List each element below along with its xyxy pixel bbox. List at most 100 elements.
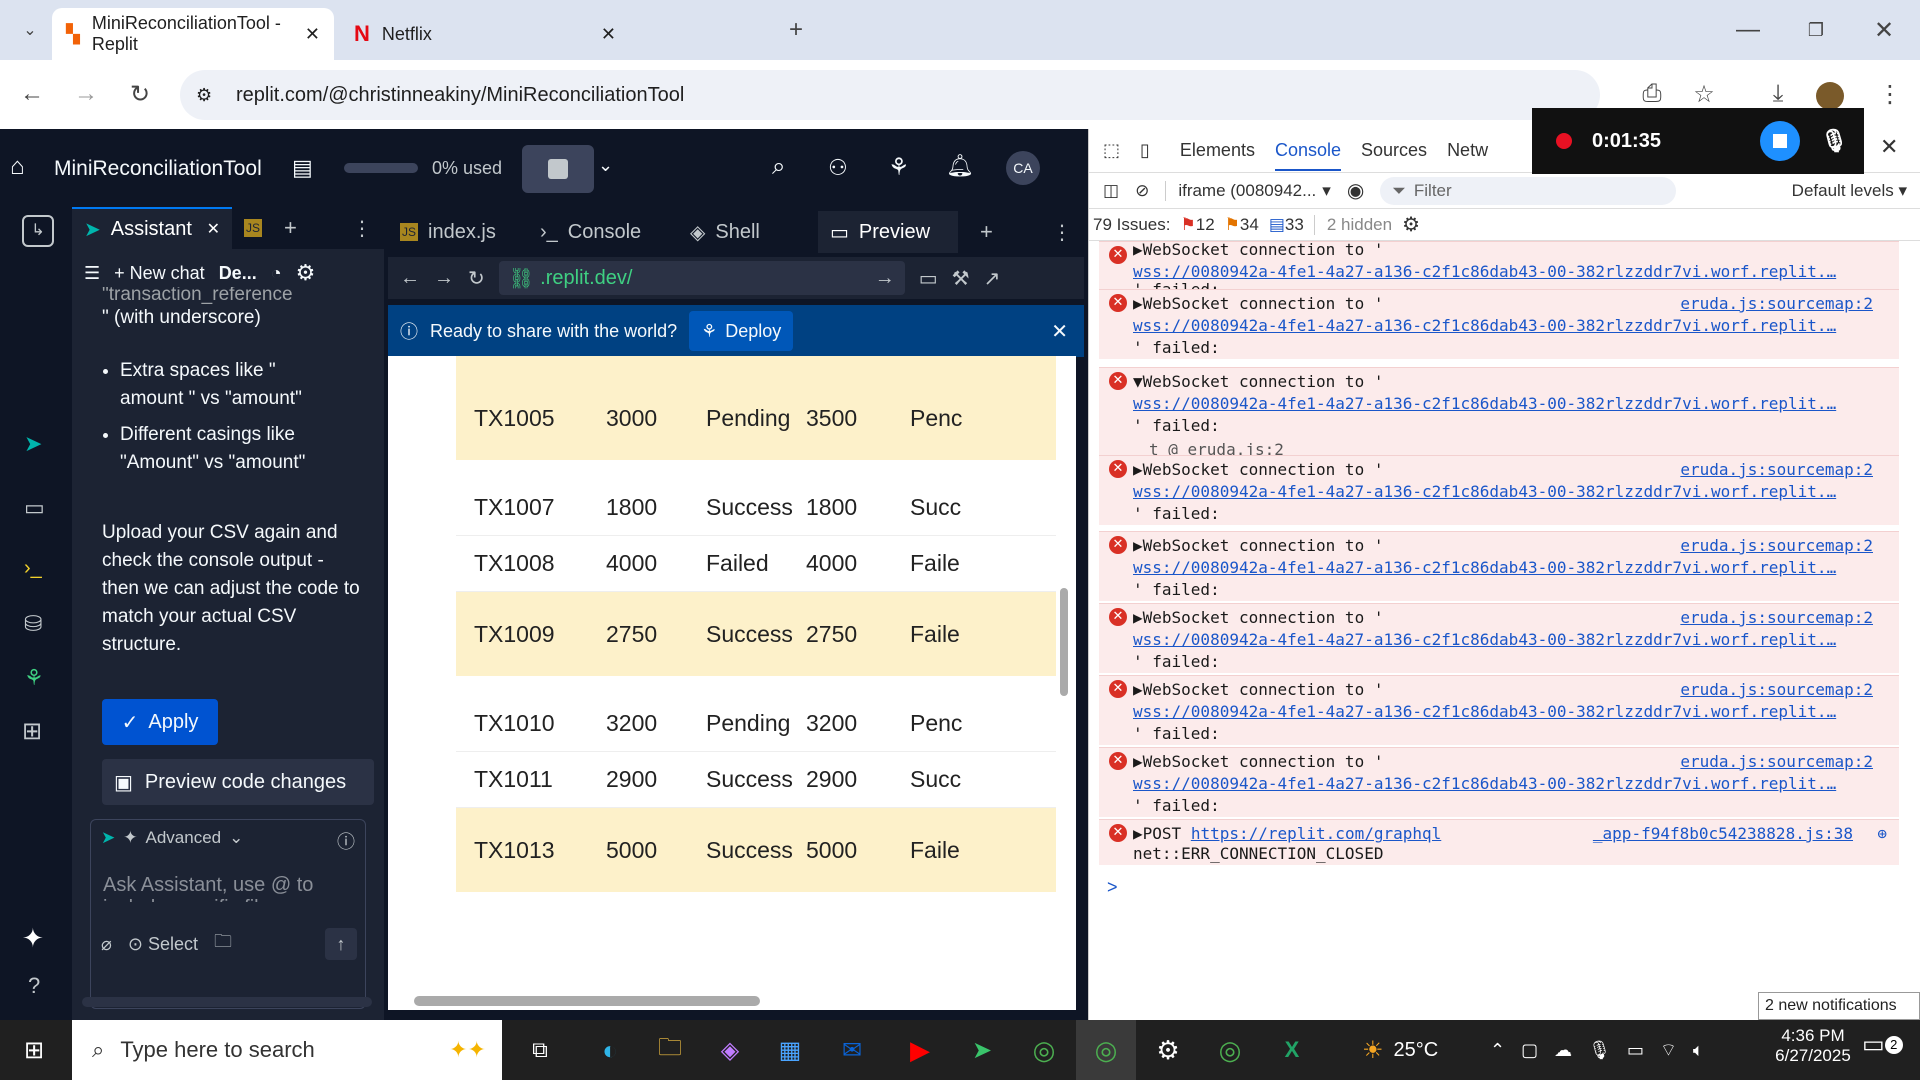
message-source-link[interactable]: eruda.js:sourcemap:2: [1680, 752, 1873, 771]
minimize-icon[interactable]: —: [1728, 10, 1768, 50]
tab-shell[interactable]: ◈ Shell: [678, 211, 808, 253]
issues-info[interactable]: ▤33: [1269, 215, 1304, 235]
tab-preview[interactable]: ▭ Preview: [818, 211, 958, 253]
url-field[interactable]: ⚙ replit.com/@christinneakiny/MiniReconc…: [180, 70, 1600, 120]
message-text[interactable]: ▶WebSocket connection to ': [1133, 752, 1383, 771]
task-view-icon[interactable]: ⧉: [510, 1020, 570, 1080]
go-icon[interactable]: →: [875, 267, 895, 290]
settings-icon[interactable]: ⚙: [1138, 1020, 1198, 1080]
tab-console[interactable]: Console: [1274, 140, 1342, 171]
battery-icon[interactable]: ▭: [1627, 1040, 1644, 1061]
settings-gear-icon[interactable]: ⚙: [296, 260, 316, 286]
chrome-profile-icon[interactable]: ◎: [1200, 1020, 1260, 1080]
restore-icon[interactable]: ❐: [1796, 10, 1836, 50]
message-text[interactable]: ▶WebSocket connection to ': [1133, 241, 1383, 259]
search-icon[interactable]: ⌕: [772, 153, 785, 181]
expand-arrow-icon[interactable]: ▶: [1133, 536, 1143, 555]
weather-widget[interactable]: ☀ 25°C: [1362, 1020, 1438, 1080]
tab-menu-icon[interactable]: ⋮: [1052, 220, 1072, 245]
issues-errors[interactable]: ⚑12: [1181, 215, 1215, 235]
device-toolbar-icon[interactable]: ▯: [1140, 140, 1150, 161]
invite-icon[interactable]: ⚇: [828, 155, 848, 181]
close-tab-icon[interactable]: ✕: [305, 24, 320, 45]
send-button[interactable]: ↑: [325, 928, 357, 960]
chrome-active-icon[interactable]: ◎: [1076, 1020, 1136, 1080]
volume-icon[interactable]: 🔈︎: [1693, 1040, 1704, 1061]
close-tab-icon[interactable]: ✕: [601, 24, 616, 45]
speed-icon[interactable]: ◔: [271, 263, 282, 284]
new-chat-button[interactable]: + New chat: [114, 263, 205, 284]
horizontal-scrollbar[interactable]: [414, 996, 760, 1006]
console-error-message[interactable]: ✕ ▶WebSocket connection to ' eruda.js:sour…: [1099, 455, 1899, 525]
expand-arrow-icon[interactable]: ▼: [1133, 372, 1143, 391]
excel-icon[interactable]: X: [1262, 1020, 1322, 1080]
ai-sparkle-icon[interactable]: ✦: [22, 923, 44, 954]
preview-back-icon[interactable]: ←: [400, 267, 420, 290]
message-url-link[interactable]: wss://0080942a-4fe1-4a27-a136-c2f1c86dab…: [1133, 482, 1836, 501]
expand-arrow-icon[interactable]: ▶: [1133, 460, 1143, 479]
message-text[interactable]: ▼WebSocket connection to ': [1133, 372, 1383, 391]
maps-icon[interactable]: ➤: [952, 1020, 1012, 1080]
message-text[interactable]: ▶WebSocket connection to ': [1133, 294, 1383, 313]
live-expression-eye-icon[interactable]: ◉: [1347, 178, 1364, 203]
post-url-link[interactable]: https://replit.com/graphql: [1191, 824, 1441, 843]
shell-sidebar-icon[interactable]: ›_: [24, 557, 42, 580]
add-folder-icon[interactable]: 🗀︎: [214, 929, 232, 959]
taskbar-search[interactable]: ⌕ Type here to search ✦✦: [72, 1020, 502, 1080]
tab-index-js[interactable]: JS index.js: [388, 211, 518, 253]
notifications-bell-icon[interactable]: 🔔︎: [946, 153, 974, 179]
notification-center-icon[interactable]: ▭ 2: [1862, 1030, 1903, 1059]
message-url-link[interactable]: wss://0080942a-4fe1-4a27-a136-c2f1c86dab…: [1133, 316, 1836, 335]
message-text[interactable]: ▶WebSocket connection to ': [1133, 608, 1383, 627]
user-avatar[interactable]: CA: [1006, 151, 1040, 185]
devices-icon[interactable]: ▭: [919, 266, 938, 291]
console-scrollbar[interactable]: [1904, 249, 1916, 949]
add-tab-icon[interactable]: +: [284, 215, 297, 241]
console-filter-input[interactable]: ⏷ Filter: [1380, 176, 1677, 205]
tab-js-file[interactable]: JS: [232, 207, 272, 249]
expand-arrow-icon[interactable]: ▶: [1133, 608, 1143, 627]
expand-arrow-icon[interactable]: ▶: [1133, 294, 1143, 313]
message-url-link[interactable]: wss://0080942a-4fe1-4a27-a136-c2f1c86dab…: [1133, 262, 1836, 281]
back-icon[interactable]: ←: [12, 74, 52, 114]
devtools-wrench-icon[interactable]: ⚒: [952, 266, 970, 291]
post-line[interactable]: ▶POST https://replit.com/graphql: [1133, 824, 1441, 843]
files-icon[interactable]: ↳: [22, 215, 54, 247]
scrollbar-thumb[interactable]: [1060, 588, 1068, 696]
add-tab-icon[interactable]: +: [980, 219, 993, 245]
assistant-sidebar-icon[interactable]: ➤: [24, 431, 42, 457]
wifi-icon[interactable]: ⌔: [1660, 1039, 1677, 1062]
network-request-icon[interactable]: ⊕: [1877, 824, 1887, 843]
open-new-window-icon[interactable]: ↗: [984, 266, 1001, 291]
console-error-message[interactable]: ✕ ▶WebSocket connection to ' wss://0080942…: [1099, 241, 1899, 299]
mode-selector[interactable]: De...: [219, 263, 257, 284]
advanced-selector[interactable]: ➤ ✦ Advanced ⌄: [101, 828, 243, 848]
chat-history-icon[interactable]: ☰: [84, 263, 100, 284]
tray-app-icon[interactable]: ▢: [1521, 1040, 1538, 1061]
reload-icon[interactable]: ↻: [120, 74, 160, 114]
outlook-icon[interactable]: ✉: [822, 1020, 882, 1080]
preview-reload-icon[interactable]: ↻: [468, 266, 485, 291]
stop-button[interactable]: [522, 145, 594, 193]
expand-arrow-icon[interactable]: ▶: [1133, 680, 1143, 699]
database-icon[interactable]: ⛁: [24, 611, 42, 637]
preview-forward-icon[interactable]: →: [434, 267, 454, 290]
assistant-input[interactable]: Ask Assistant, use @ to include specific…: [103, 874, 333, 902]
browser-menu-icon[interactable]: ⋮: [1870, 74, 1910, 114]
horizontal-scrollbar[interactable]: [82, 997, 372, 1007]
close-banner-icon[interactable]: ✕: [1051, 319, 1068, 344]
attach-icon[interactable]: ⌀: [101, 934, 112, 955]
message-source-link[interactable]: eruda.js:sourcemap:2: [1680, 460, 1873, 479]
message-url-link[interactable]: wss://0080942a-4fe1-4a27-a136-c2f1c86dab…: [1133, 774, 1836, 793]
home-icon[interactable]: ⌂: [10, 153, 25, 181]
console-prompt[interactable]: >: [1107, 877, 1118, 898]
issues-warnings[interactable]: ⚑34: [1225, 215, 1259, 235]
deploy-icon[interactable]: ⚘: [888, 153, 910, 182]
log-levels-dropdown[interactable]: Default levels ▾: [1792, 181, 1907, 201]
console-error-message[interactable]: ✕ ▶WebSocket connection to ' eruda.js:sour…: [1099, 747, 1899, 817]
console-error-message[interactable]: ✕ ▶WebSocket connection to ' eruda.js:sour…: [1099, 289, 1899, 359]
preview-sidebar-icon[interactable]: ▭: [24, 495, 45, 521]
message-url-link[interactable]: wss://0080942a-4fe1-4a27-a136-c2f1c86dab…: [1133, 702, 1836, 721]
close-window-icon[interactable]: ✕: [1864, 10, 1904, 50]
tab-console[interactable]: ›_ Console: [528, 211, 668, 253]
